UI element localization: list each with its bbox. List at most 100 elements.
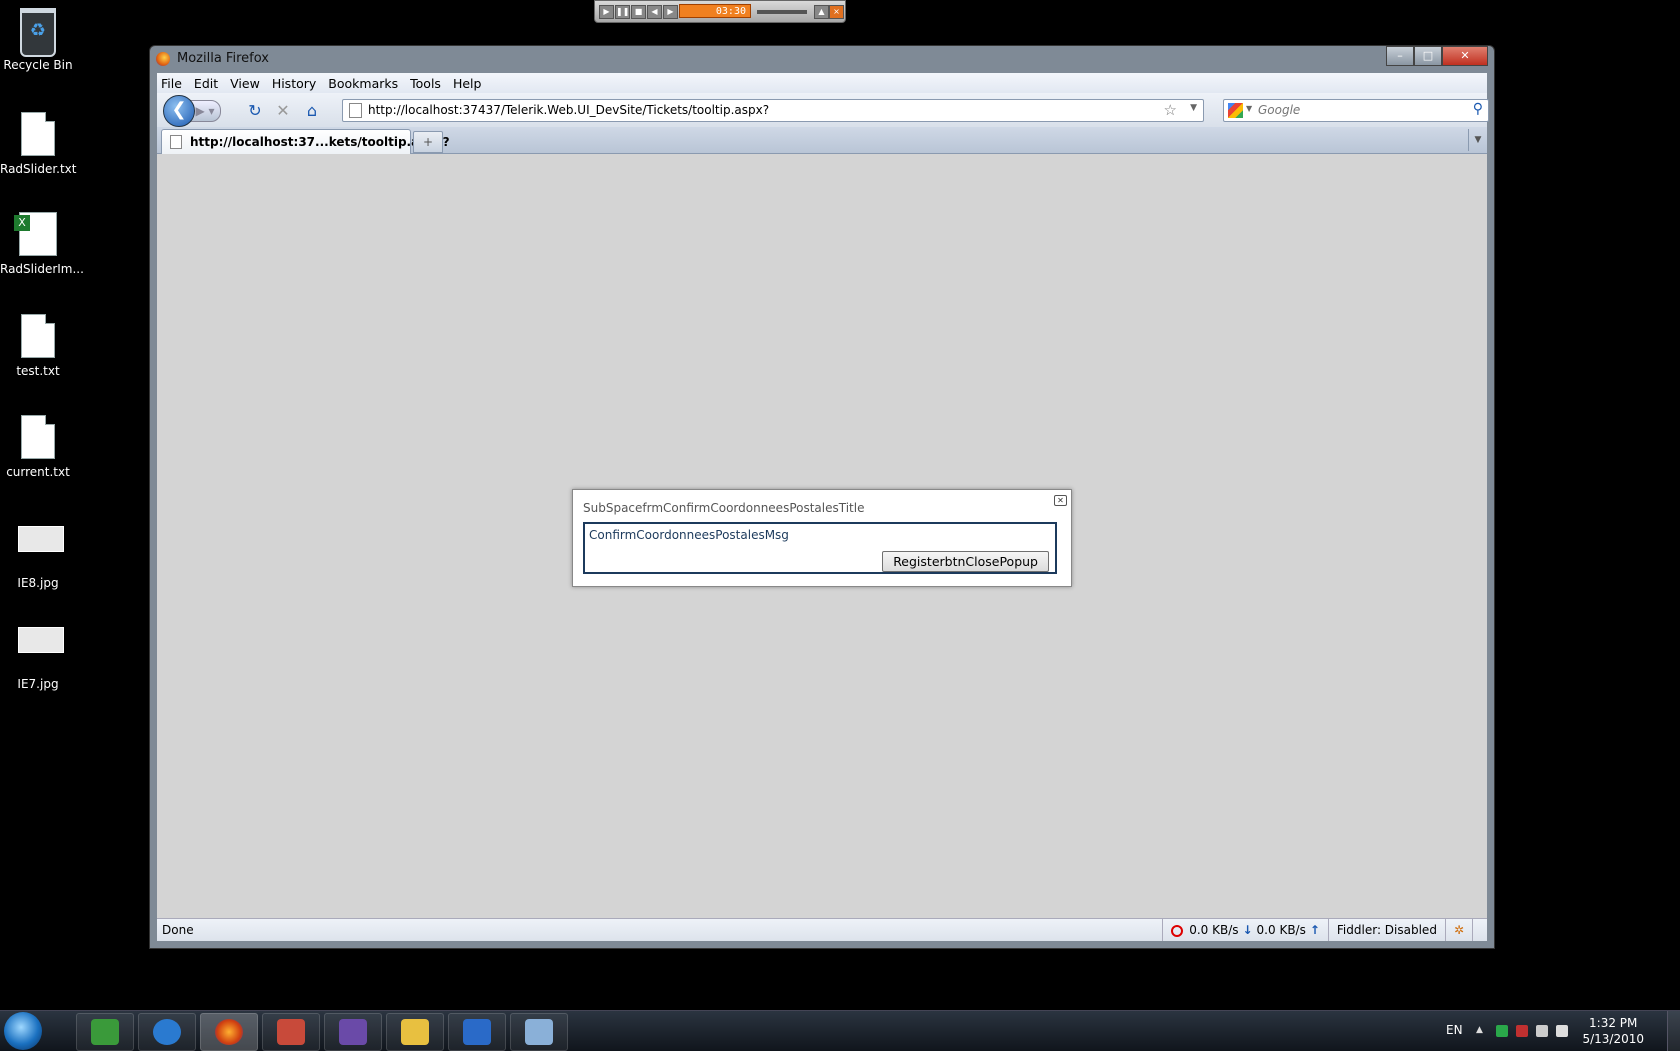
menu-view[interactable]: View bbox=[230, 76, 260, 91]
action-center-icon[interactable] bbox=[1516, 1025, 1528, 1037]
forward-arrow-icon: ▶ ▾ bbox=[195, 104, 215, 118]
taskbar-app-firefox[interactable] bbox=[200, 1013, 258, 1051]
taskbar-app-tools[interactable] bbox=[262, 1013, 320, 1051]
taskbar-app-monitor[interactable] bbox=[76, 1013, 134, 1051]
sync-icon[interactable] bbox=[1496, 1025, 1508, 1037]
desktop-icon-test-txt[interactable]: test.txt bbox=[0, 314, 76, 378]
text-file-icon bbox=[18, 314, 58, 360]
taskbar-app-outlook[interactable] bbox=[386, 1013, 444, 1051]
image-file-icon bbox=[18, 526, 64, 572]
desktop-icon-label: IE7.jpg bbox=[17, 677, 59, 691]
close-icon[interactable]: × bbox=[829, 5, 844, 19]
network-icon[interactable] bbox=[1536, 1025, 1548, 1037]
clock[interactable]: 1:32 PM 5/13/2010 bbox=[1582, 1015, 1644, 1047]
new-tab-button[interactable]: + bbox=[413, 131, 443, 153]
show-hidden-icons-icon[interactable]: ▲ bbox=[1476, 1025, 1488, 1037]
page-icon bbox=[349, 103, 362, 118]
menu-tools[interactable]: Tools bbox=[410, 76, 441, 91]
url-text[interactable]: http://localhost:37437/Telerik.Web.UI_De… bbox=[368, 103, 769, 117]
menu-history[interactable]: History bbox=[272, 76, 316, 91]
taskbar-app-remote[interactable] bbox=[448, 1013, 506, 1051]
menu-help[interactable]: Help bbox=[453, 76, 482, 91]
show-desktop-button[interactable] bbox=[1667, 1011, 1680, 1051]
search-magnifier-icon[interactable]: ⚲ bbox=[1473, 101, 1483, 117]
start-button[interactable] bbox=[4, 1012, 42, 1050]
desktop-icon-ie8-jpg[interactable]: IE8.jpg bbox=[0, 516, 76, 590]
network-speed-monitor[interactable]: 0.0 KB/s ↓ 0.0 KB/s ↑ bbox=[1162, 919, 1328, 941]
search-input[interactable] bbox=[1258, 101, 1458, 119]
media-time-display: 03:30 bbox=[679, 4, 751, 18]
back-button[interactable]: ❮ bbox=[163, 95, 195, 127]
url-dropdown-icon[interactable]: ▼ bbox=[1190, 103, 1197, 113]
close-window-button[interactable]: ✕ bbox=[1442, 46, 1488, 66]
tab-label: http://localhost:37...kets/tooltip.aspx? bbox=[190, 135, 450, 149]
tab-tooltip-aspx[interactable]: http://localhost:37...kets/tooltip.aspx? bbox=[161, 129, 450, 154]
url-bar[interactable]: http://localhost:37437/Telerik.Web.UI_De… bbox=[342, 99, 1204, 122]
taskbar-app-visual-studio[interactable] bbox=[324, 1013, 382, 1051]
firefox-icon bbox=[215, 1019, 243, 1045]
stop-loading-icon[interactable]: ✕ bbox=[273, 101, 293, 121]
firebug-icon[interactable]: ✲ bbox=[1444, 919, 1472, 941]
menu-bookmarks[interactable]: Bookmarks bbox=[328, 76, 398, 91]
media-player-widget: ▶ ❚❚ ■ ◀ ▶ 03:30 ▲ × bbox=[594, 0, 846, 23]
upload-speed: 0.0 KB/s bbox=[1256, 923, 1306, 937]
desktop-icon-radsliderim[interactable]: X RadSliderIm... bbox=[0, 212, 84, 276]
status-text: Done bbox=[162, 923, 194, 937]
pause-icon[interactable]: ❚❚ bbox=[615, 5, 630, 19]
minimize-button[interactable]: – bbox=[1386, 46, 1414, 66]
maximize-button[interactable]: □ bbox=[1414, 46, 1442, 66]
resize-grip[interactable] bbox=[1472, 919, 1487, 941]
status-bar: Done 0.0 KB/s ↓ 0.0 KB/s ↑ Fiddler: Disable… bbox=[157, 918, 1487, 941]
search-engine-dropdown-icon[interactable]: ▼ bbox=[1246, 104, 1252, 113]
download-speed: 0.0 KB/s bbox=[1189, 923, 1239, 937]
page-icon bbox=[170, 135, 182, 149]
window-title: Mozilla Firefox bbox=[177, 51, 269, 66]
previous-icon[interactable]: ◀ bbox=[647, 5, 662, 19]
clock-time: 1:32 PM bbox=[1589, 1016, 1638, 1030]
stop-icon[interactable]: ■ bbox=[631, 5, 646, 19]
reload-icon[interactable]: ↻ bbox=[245, 101, 265, 121]
menu-file[interactable]: File bbox=[161, 76, 182, 91]
download-arrow-icon: ↓ bbox=[1242, 923, 1253, 937]
home-icon[interactable]: ⌂ bbox=[302, 101, 322, 121]
system-tray: EN ▲ 1:32 PM 5/13/2010 bbox=[1430, 1011, 1680, 1051]
dialog-title: SubSpacefrmConfirmCoordonneesPostalesTit… bbox=[583, 501, 865, 515]
close-popup-button[interactable]: RegisterbtnClosePopup bbox=[882, 551, 1049, 572]
desktop-icon-current-txt[interactable]: current.txt bbox=[0, 415, 76, 479]
title-bar: Mozilla Firefox – □ ✕ bbox=[150, 46, 1494, 72]
menu-edit[interactable]: Edit bbox=[194, 76, 218, 91]
remote-desktop-icon bbox=[463, 1019, 491, 1045]
navigation-toolbar: ▶ ▾ ❮ ↻ ✕ ⌂ http://localhost:37437/Teler… bbox=[157, 93, 1489, 127]
bookmark-star-icon[interactable]: ☆ bbox=[1164, 101, 1177, 119]
paint-icon bbox=[525, 1019, 553, 1045]
tab-bar: http://localhost:37...kets/tooltip.aspx?… bbox=[157, 127, 1487, 154]
visual-studio-icon bbox=[339, 1019, 367, 1045]
image-file-icon bbox=[18, 627, 64, 673]
text-file-icon bbox=[18, 415, 58, 461]
desktop-icon-recycle-bin[interactable]: ♻ Recycle Bin bbox=[0, 8, 76, 72]
list-all-tabs-icon[interactable]: ▼ bbox=[1468, 129, 1487, 151]
desktop-icon-label: RadSlider.txt bbox=[0, 162, 77, 176]
fiddler-status[interactable]: Fiddler: Disabled bbox=[1327, 919, 1445, 941]
desktop-icon-radslider-txt[interactable]: RadSlider.txt bbox=[0, 112, 77, 176]
taskbar-app-paint[interactable] bbox=[510, 1013, 568, 1051]
next-icon[interactable]: ▶ bbox=[663, 5, 678, 19]
taskbar-app-ie[interactable] bbox=[138, 1013, 196, 1051]
tooltip-dialog: SubSpacefrmConfirmCoordonneesPostalesTit… bbox=[572, 489, 1072, 587]
play-icon[interactable]: ▶ bbox=[599, 5, 614, 19]
desktop-icon-label: IE8.jpg bbox=[17, 576, 59, 590]
volume-slider[interactable] bbox=[757, 10, 807, 14]
firefox-icon bbox=[156, 52, 170, 66]
close-icon[interactable]: ✕ bbox=[1054, 495, 1067, 506]
language-indicator[interactable]: EN bbox=[1446, 1023, 1463, 1037]
google-icon[interactable] bbox=[1228, 103, 1243, 118]
dialog-body: ConfirmCoordonneesPostalesMsg Registerbt… bbox=[583, 522, 1057, 574]
volume-icon[interactable] bbox=[1556, 1025, 1568, 1037]
eject-icon[interactable]: ▲ bbox=[814, 5, 829, 19]
search-bar: ▼ ⚲ bbox=[1223, 99, 1489, 122]
clock-date: 5/13/2010 bbox=[1582, 1032, 1644, 1046]
recycle-bin-icon: ♻ bbox=[18, 8, 58, 57]
desktop-icon-ie7-jpg[interactable]: IE7.jpg bbox=[0, 617, 76, 691]
tools-app-icon bbox=[277, 1019, 305, 1045]
taskbar: EN ▲ 1:32 PM 5/13/2010 bbox=[0, 1010, 1680, 1051]
